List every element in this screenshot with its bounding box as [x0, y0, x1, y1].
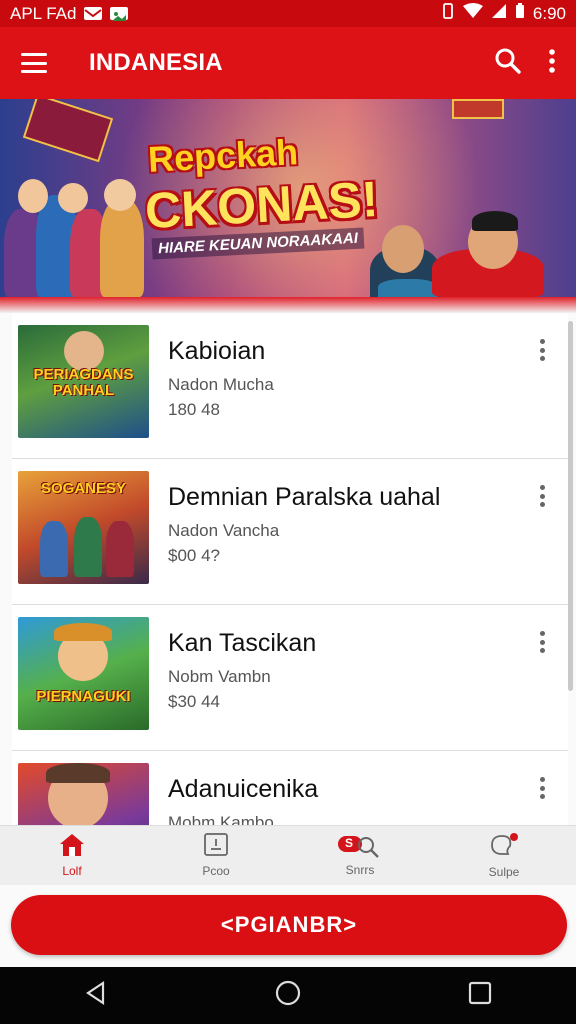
banner-hero — [472, 211, 518, 231]
thumb-character — [40, 521, 68, 577]
game-price: $00 4? — [168, 546, 220, 565]
search-icon: S — [336, 835, 384, 859]
game-subtitle: Nadon Vancha — [168, 521, 280, 540]
home-circle-icon[interactable] — [274, 979, 302, 1012]
support-icon — [488, 832, 520, 861]
image-icon — [110, 7, 129, 21]
game-thumbnail[interactable] — [18, 763, 149, 825]
nav-badge: S — [345, 835, 354, 850]
app-title: INDANESIA — [89, 49, 223, 76]
system-nav-bar — [0, 967, 576, 1024]
menu-icon[interactable] — [21, 53, 47, 73]
wifi-icon — [462, 3, 483, 24]
list-item[interactable]: PIERNAGUKI Kan Tascikan Nobm Vambn $30 4… — [12, 605, 568, 751]
game-title: Kan Tascikan — [168, 629, 317, 657]
promo-banner[interactable]: Repckah CKONAS! HIARE KEUAN NORAAKAAI — [0, 99, 576, 297]
game-thumbnail[interactable]: PERIAGDANS PANHAL — [18, 325, 149, 438]
list-item[interactable]: Adanuicenika Mobm Kambo — [12, 751, 568, 825]
banner-flag — [452, 99, 504, 119]
banner-hero — [382, 225, 424, 273]
status-bar: APL FAd 6:90 — [0, 0, 576, 27]
nav-support[interactable]: Sulpe — [432, 826, 576, 885]
thumb-character — [54, 623, 112, 641]
game-price: $30 44 — [168, 692, 220, 711]
back-icon[interactable] — [83, 980, 109, 1011]
nav-label: Snrrs — [345, 862, 375, 877]
game-title: Adanuicenika — [168, 775, 319, 803]
tablet-icon — [203, 833, 229, 860]
game-subtitle: Mobm Kambo — [168, 813, 274, 825]
game-price: 180 48 — [168, 400, 220, 419]
scrollbar[interactable] — [568, 321, 573, 691]
list-item[interactable]: SOGANESY Demnian Paralska uahal Nadon Va… — [12, 459, 568, 605]
game-title: Demnian Paralska uahal — [168, 483, 441, 511]
home-icon — [59, 833, 85, 860]
more-vert-icon[interactable] — [540, 631, 546, 653]
nav-search[interactable]: S Snrrs — [288, 826, 432, 885]
status-time: 6:90 — [532, 3, 566, 23]
banner-divider — [0, 297, 576, 313]
game-list[interactable]: PERIAGDANS PANHAL Kabioian Nadon Mucha 1… — [0, 313, 576, 825]
more-vert-icon[interactable] — [540, 485, 546, 507]
battery-icon — [515, 3, 525, 24]
game-title: Kabioian — [168, 337, 266, 365]
nav-label: Lolf — [62, 864, 82, 878]
more-vert-icon[interactable] — [548, 48, 556, 79]
more-vert-icon[interactable] — [540, 339, 546, 361]
thumb-character — [64, 331, 104, 371]
thumb-title: PIERNAGUKI — [36, 688, 131, 705]
game-thumbnail[interactable]: SOGANESY — [18, 471, 149, 584]
search-icon[interactable] — [494, 47, 522, 80]
game-subtitle: Nobm Vambn — [168, 667, 271, 686]
cta-button[interactable]: <PGIANBR> — [11, 895, 567, 955]
banner-character — [104, 179, 136, 211]
signal-icon — [491, 3, 507, 24]
banner-hero — [378, 279, 438, 297]
nav-label: Pcoo — [202, 864, 230, 878]
thumb-character — [46, 763, 110, 783]
nav-home[interactable]: Lolf — [0, 826, 144, 885]
banner-headline: Repckah — [147, 131, 300, 180]
game-subtitle: Nadon Mucha — [168, 375, 274, 394]
mail-icon — [84, 7, 103, 20]
bottom-nav: Lolf Pcoo S Snrrs Sulpe — [0, 825, 576, 885]
thumb-character — [74, 517, 102, 577]
more-vert-icon[interactable] — [540, 777, 546, 799]
thumb-title: PERIAGDANS PANHAL — [33, 366, 134, 399]
status-left-text: APL FAd — [10, 3, 77, 23]
banner-character — [100, 199, 144, 297]
banner-character — [58, 183, 88, 213]
banner-character — [18, 179, 48, 213]
thumb-character — [106, 521, 134, 577]
cta-area: <PGIANBR> — [0, 885, 576, 967]
list-item[interactable]: PERIAGDANS PANHAL Kabioian Nadon Mucha 1… — [12, 313, 568, 459]
thumb-title: SOGANESY — [40, 480, 127, 497]
game-thumbnail[interactable]: PIERNAGUKI — [18, 617, 149, 730]
nav-label: Sulpe — [488, 865, 520, 879]
app-bar: INDANESIA — [0, 27, 576, 99]
vibrate-icon — [441, 3, 455, 24]
nav-pcoo[interactable]: Pcoo — [144, 826, 288, 885]
recents-icon[interactable] — [467, 980, 493, 1011]
